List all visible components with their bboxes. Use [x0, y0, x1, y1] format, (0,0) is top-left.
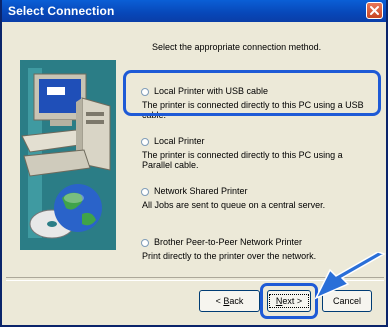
- option-local-description: The printer is connected directly to thi…: [142, 150, 343, 170]
- option-network-shared-description: All Jobs are sent to queue on a central …: [142, 200, 326, 210]
- option-peer-to-peer-label: Brother Peer-to-Peer Network Printer: [154, 237, 303, 247]
- title-bar[interactable]: Select Connection: [2, 0, 386, 22]
- globe-disk-illustration: [29, 184, 102, 239]
- radio-peer-to-peer[interactable]: [141, 239, 149, 247]
- radio-network-shared[interactable]: [141, 188, 149, 196]
- next-button-highlight: [260, 283, 318, 319]
- close-button[interactable]: [366, 2, 383, 19]
- pointer-arrow: [314, 252, 386, 300]
- instruction-text: Select the appropriate connection method…: [152, 42, 322, 52]
- usb-option-highlight: [123, 70, 381, 116]
- back-button[interactable]: < Back: [199, 290, 260, 312]
- radio-local[interactable]: [141, 138, 149, 146]
- back-button-label: < Back: [215, 296, 244, 306]
- close-icon: [370, 6, 379, 15]
- option-local-label: Local Printer: [154, 136, 205, 146]
- illustration-panel: [20, 60, 116, 250]
- window-title: Select Connection: [8, 4, 115, 18]
- option-network-shared-label: Network Shared Printer: [154, 186, 248, 196]
- content-area: Select the appropriate connection method…: [132, 22, 386, 277]
